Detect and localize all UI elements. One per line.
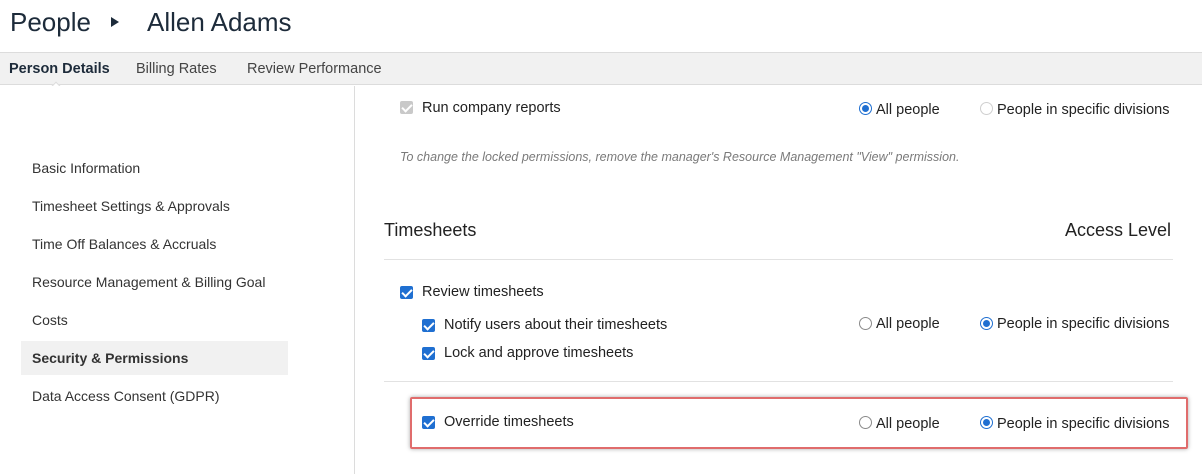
row-divider xyxy=(384,381,1173,382)
review-timesheets-label: Review timesheets xyxy=(422,284,544,300)
run-reports-checkbox[interactable] xyxy=(400,101,413,114)
lock-approve-label: Lock and approve timesheets xyxy=(444,345,634,361)
permissions-panel: Run company reports All people People in… xyxy=(356,86,1202,474)
tab-person-details[interactable]: Person Details xyxy=(9,61,110,77)
override-specific-divisions-label: People in specific divisions xyxy=(997,416,1170,432)
sidebar-item-data-access-consent[interactable]: Data Access Consent (GDPR) xyxy=(21,379,288,413)
sidebar-item-time-off-balances[interactable]: Time Off Balances & Accruals xyxy=(21,227,288,261)
review-timesheets-checkbox[interactable] xyxy=(400,286,413,299)
run-reports-specific-divisions-label: People in specific divisions xyxy=(997,102,1170,118)
lock-approve-checkbox[interactable] xyxy=(422,347,435,360)
sidebar-item-basic-information[interactable]: Basic Information xyxy=(21,151,288,185)
tab-bar: Person Details Billing Rates Review Perf… xyxy=(0,52,1202,85)
timesheets-section-title: Timesheets xyxy=(384,220,477,240)
sidebar-item-security-permissions[interactable]: Security & Permissions xyxy=(21,341,288,375)
tab-review-performance[interactable]: Review Performance xyxy=(247,61,382,77)
override-timesheets-label: Override timesheets xyxy=(444,414,574,430)
override-specific-divisions-radio[interactable] xyxy=(980,416,993,429)
sidebar-item-timesheet-settings[interactable]: Timesheet Settings & Approvals xyxy=(21,189,288,223)
run-reports-label: Run company reports xyxy=(422,100,561,116)
breadcrumb-arrow-icon xyxy=(111,17,119,27)
page-header: People Allen Adams xyxy=(0,0,1202,52)
page-title: Allen Adams xyxy=(147,7,292,37)
run-reports-all-people-label: All people xyxy=(876,102,940,118)
group-all-people-radio[interactable] xyxy=(859,317,872,330)
override-timesheets-checkbox[interactable] xyxy=(422,416,435,429)
tab-billing-rates[interactable]: Billing Rates xyxy=(136,61,217,77)
section-divider xyxy=(384,259,1173,260)
override-all-people-radio[interactable] xyxy=(859,416,872,429)
locked-permissions-note: To change the locked permissions, remove… xyxy=(400,150,960,164)
access-level-header: Access Level xyxy=(1065,220,1172,240)
notify-users-checkbox[interactable] xyxy=(422,319,435,332)
group-all-people-label: All people xyxy=(876,316,940,332)
notify-users-label: Notify users about their timesheets xyxy=(444,317,668,333)
run-reports-specific-divisions-radio[interactable] xyxy=(980,102,993,115)
sidebar-item-resource-management[interactable]: Resource Management & Billing Goal xyxy=(21,265,288,299)
run-reports-all-people-radio[interactable] xyxy=(859,102,872,115)
group-specific-divisions-label: People in specific divisions xyxy=(997,316,1170,332)
sidebar-item-costs[interactable]: Costs xyxy=(21,303,288,337)
breadcrumb-people-link[interactable]: People xyxy=(10,7,91,38)
sidebar: Basic Information Timesheet Settings & A… xyxy=(0,86,355,474)
override-all-people-label: All people xyxy=(876,416,940,432)
group-specific-divisions-radio[interactable] xyxy=(980,317,993,330)
